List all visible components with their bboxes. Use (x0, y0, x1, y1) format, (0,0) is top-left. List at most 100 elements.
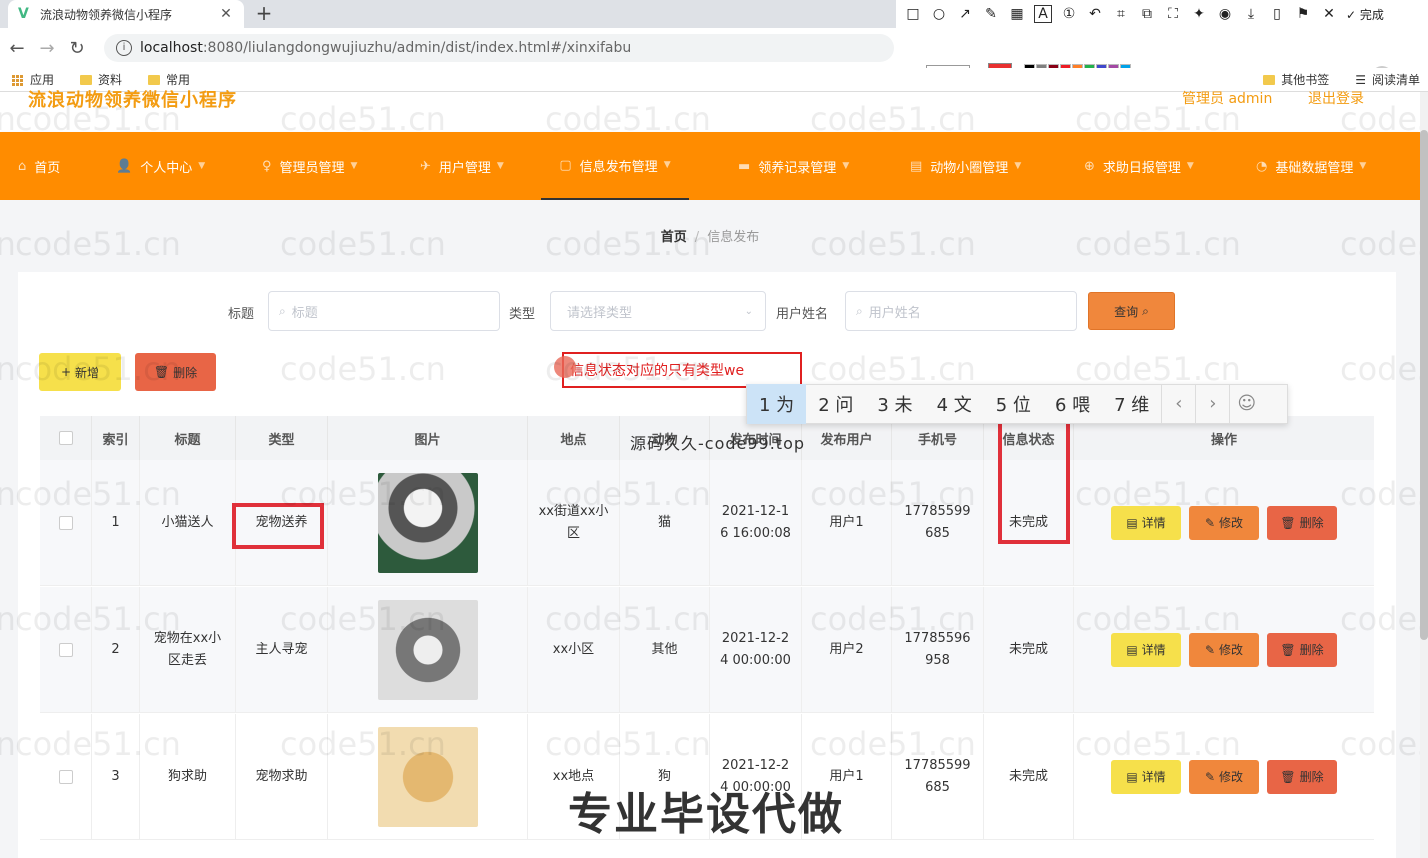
nav-item-users[interactable]: ✈ 用户管理 ▼ (420, 132, 504, 200)
plus-icon: + (60, 365, 72, 379)
edit-button[interactable]: ✎ 修改 (1189, 633, 1259, 667)
table-row: 2 宠物在xx小区走丢 主人寻宠 xx小区 其他 2021-12-24 00:0… (40, 587, 1374, 713)
ime-candidate[interactable]: 3 未 (865, 384, 924, 424)
mosaic-tool-icon[interactable]: ▦ (1008, 6, 1026, 22)
reading-list[interactable]: ☰ 阅读清单 (1355, 71, 1420, 88)
edit-button[interactable]: ✎ 修改 (1189, 506, 1259, 540)
cell-title: 狗求助 (140, 714, 236, 840)
ime-candidate[interactable]: 7 维 (1102, 384, 1161, 424)
edit-button[interactable]: ✎ 修改 (1189, 760, 1259, 794)
circle-icon: ▤ (910, 158, 923, 174)
done-button[interactable]: ✓ 完成 (1346, 6, 1384, 23)
breadcrumb-home[interactable]: 首页 (661, 230, 687, 245)
admin-label: 管理员 admin (1182, 91, 1273, 107)
undo-icon[interactable]: ↶ (1086, 6, 1104, 22)
bookmark-icon[interactable]: ⚑ (1294, 6, 1312, 22)
fullscreen-icon[interactable]: ⛶ (1164, 6, 1182, 22)
chevron-left-icon[interactable]: ‹ (1161, 384, 1195, 424)
chevron-down-icon: ▼ (1186, 161, 1194, 171)
nav-item-profile[interactable]: 👤 个人中心 ▼ (116, 132, 205, 200)
nav-item-circle[interactable]: ▤ 动物小圈管理 ▼ (910, 132, 1021, 200)
title-input[interactable]: ⌕ 标题 (268, 291, 500, 331)
col-picture: 图片 (328, 416, 528, 460)
reload-icon[interactable]: ↻ (62, 38, 92, 59)
ime-candidate[interactable]: 2 问 (806, 384, 865, 424)
puppy-photo (377, 727, 478, 827)
ime-candidate[interactable]: 4 文 (925, 384, 984, 424)
watermark-text: 源码久久-code99.top (630, 434, 806, 453)
download-icon[interactable]: ⤓ (1242, 6, 1260, 22)
url-input[interactable]: i localhost:8080/liulangdongwujiuzhu/adm… (104, 34, 894, 62)
new-tab-icon[interactable]: + (252, 2, 276, 26)
rectangle-tool-icon[interactable]: □ (904, 6, 922, 22)
nav-item-info[interactable]: ▢ 信息发布管理 ▼ (541, 132, 689, 200)
cell-time: 2021-12-24 00:00:00 (710, 587, 802, 713)
delete-button[interactable]: 🗑 删除 (1267, 506, 1337, 540)
browser-tab[interactable]: V 流浪动物领养微信小程序 ✕ (8, 0, 244, 28)
trash-icon: 🗑 (1280, 770, 1296, 784)
record-icon[interactable]: ◉ (1216, 6, 1234, 22)
delete-button[interactable]: 🗑 删除 (1267, 760, 1337, 794)
folder-icon (80, 74, 93, 85)
text-cursor-icon (554, 356, 576, 378)
type-select[interactable]: 请选择类型 ⌄ (550, 291, 766, 331)
nav-item-home[interactable]: ⌂ 首页 (18, 132, 60, 200)
chevron-right-icon[interactable]: › (1195, 384, 1229, 424)
url-path: :8080/liulangdongwujiuzhu/admin/dist/ind… (202, 40, 632, 56)
record-icon: ▬ (738, 158, 751, 174)
query-button[interactable]: 查询 ⌕ (1088, 292, 1175, 330)
cell-user: 用户2 (802, 587, 892, 713)
bookmark-other[interactable]: 其他书签 (1263, 71, 1329, 88)
ime-candidate[interactable]: 6 喂 (1043, 384, 1102, 424)
cell-index: 3 (92, 714, 140, 840)
pin-icon[interactable]: ✦ (1190, 6, 1208, 22)
number-tool-icon[interactable]: ① (1060, 6, 1078, 22)
text-tool-icon[interactable]: A (1034, 5, 1052, 23)
document-icon: ▤ (1126, 770, 1138, 784)
ime-candidate[interactable]: 5 位 (984, 384, 1043, 424)
delete-button[interactable]: 🗑 删除 (1267, 633, 1337, 667)
logout-link[interactable]: 退出登录 (1308, 88, 1364, 108)
row-checkbox[interactable] (58, 643, 73, 657)
reading-list-icon: ☰ (1355, 72, 1366, 87)
scrollbar-thumb[interactable] (1420, 130, 1428, 640)
ellipse-tool-icon[interactable]: ○ (930, 6, 948, 22)
nav-item-admin[interactable]: ♀ 管理员管理 ▼ (262, 132, 357, 200)
trash-icon: 🗑 (153, 365, 170, 379)
nav-item-help[interactable]: ⊕ 求助日报管理 ▼ (1084, 132, 1194, 200)
detail-button[interactable]: ▤ 详情 (1111, 633, 1181, 667)
cell-title: 小猫送人 (140, 460, 236, 586)
chevron-down-icon: ▼ (842, 161, 850, 171)
detail-button[interactable]: ▤ 详情 (1111, 506, 1181, 540)
ime-candidate[interactable]: 1 为 (747, 384, 807, 424)
breadcrumb: 首页 / 信息发布 (660, 230, 760, 245)
close-icon[interactable]: ✕ (218, 6, 234, 22)
pen-tool-icon[interactable]: ✎ (982, 6, 1000, 22)
crop-icon[interactable]: ⌗ (1112, 6, 1130, 22)
detail-button[interactable]: ▤ 详情 (1111, 760, 1181, 794)
trash-icon: 🗑 (1280, 516, 1296, 530)
batch-delete-button[interactable]: 🗑 删除 (135, 353, 216, 391)
cell-animal: 猫 (620, 460, 710, 586)
back-icon[interactable]: ← (2, 38, 32, 59)
user-name-input[interactable]: ⌕ 用户姓名 (845, 291, 1077, 331)
annotation-text-input[interactable]: 信息状态对应的只有类型we (562, 352, 802, 388)
cancel-icon[interactable]: ✕ (1320, 6, 1338, 22)
phone-icon[interactable]: ▯ (1268, 6, 1286, 22)
copy-icon[interactable]: ⧉ (1138, 6, 1156, 22)
emoji-icon[interactable]: ☺ (1229, 384, 1263, 424)
row-checkbox[interactable] (58, 516, 73, 530)
row-checkbox[interactable] (58, 770, 73, 784)
watermark-banner: 专业毕设代做 (568, 789, 844, 840)
edit-icon: ✎ (1204, 643, 1216, 657)
select-all-checkbox[interactable] (58, 431, 73, 445)
nav-item-record[interactable]: ▬ 领养记录管理 ▼ (738, 132, 849, 200)
info-icon[interactable]: i (116, 40, 132, 56)
chevron-down-icon: ▼ (496, 161, 504, 171)
forward-icon[interactable]: → (32, 38, 62, 59)
col-title: 标题 (140, 416, 236, 460)
add-button[interactable]: + 新增 (39, 353, 121, 391)
cell-type: 主人寻宠 (236, 587, 328, 713)
arrow-tool-icon[interactable]: ↗ (956, 6, 974, 22)
nav-item-data[interactable]: ◔ 基础数据管理 ▼ (1256, 132, 1366, 200)
